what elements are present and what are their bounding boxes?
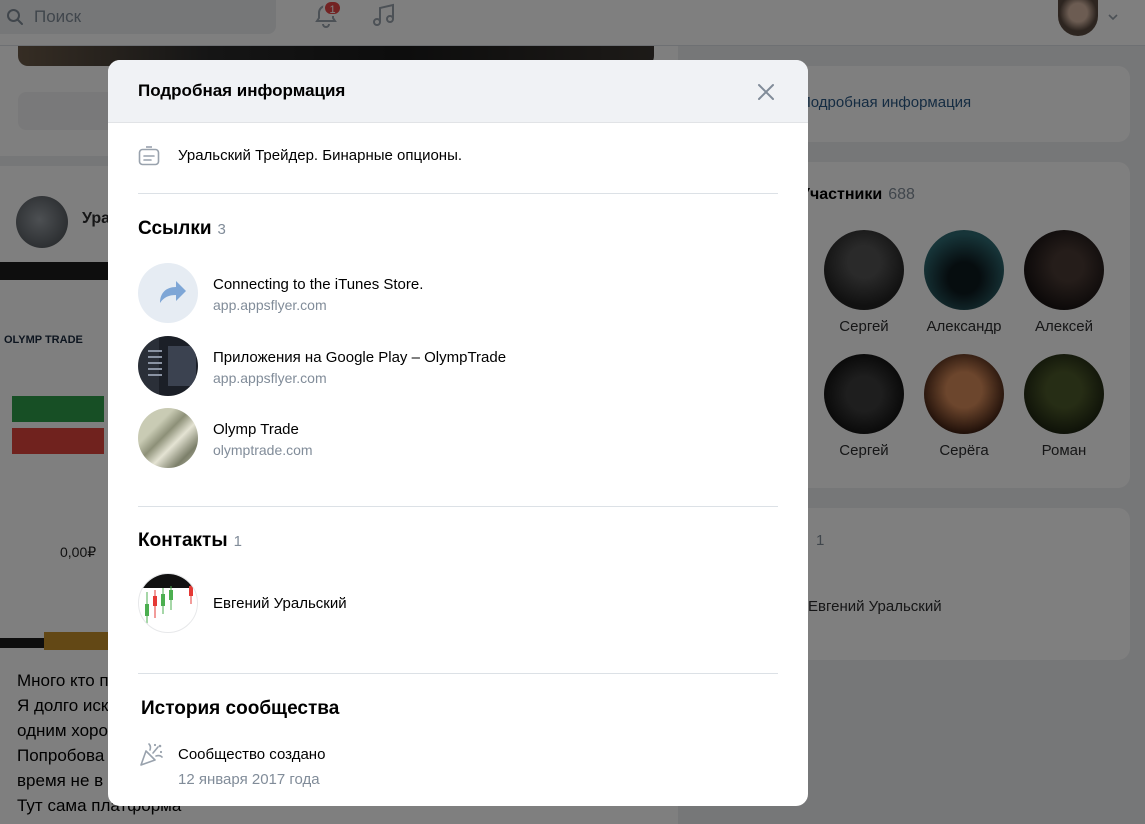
details-modal: Подробная информация Уральский Трейдер. … bbox=[108, 60, 808, 806]
link-title: Приложения на Google Play – OlympTrade bbox=[213, 349, 507, 366]
history-row: Сообщество создано 12 января 2017 года bbox=[138, 740, 778, 790]
share-arrow-icon bbox=[160, 281, 186, 303]
divider bbox=[138, 506, 778, 507]
contacts-section-title: Контакты 1 bbox=[138, 530, 242, 551]
link-thumbnail bbox=[138, 408, 198, 468]
created-date: 12 января 2017 года bbox=[178, 771, 320, 788]
link-title: Connecting to the iTunes Store. bbox=[213, 276, 424, 293]
link-item[interactable]: Приложения на Google Play – OlympTrade a… bbox=[138, 336, 778, 396]
candlestick-chart-icon bbox=[139, 574, 197, 624]
divider bbox=[138, 673, 778, 674]
contact-item[interactable]: Евгений Уральский bbox=[138, 573, 778, 633]
created-label: Сообщество создано bbox=[178, 746, 326, 763]
link-domain: app.appsflyer.com bbox=[213, 297, 327, 313]
description-icon bbox=[138, 146, 160, 166]
link-item[interactable]: Connecting to the iTunes Store. app.apps… bbox=[138, 263, 778, 323]
modal-title: Подробная информация bbox=[138, 81, 346, 100]
contact-avatar bbox=[138, 573, 198, 633]
close-icon[interactable] bbox=[754, 80, 778, 104]
contact-name: Евгений Уральский bbox=[213, 595, 347, 612]
link-thumbnail bbox=[138, 336, 198, 396]
link-title: Olymp Trade bbox=[213, 421, 299, 438]
description-row: Уральский Трейдер. Бинарные опционы. bbox=[138, 144, 778, 168]
community-description: Уральский Трейдер. Бинарные опционы. bbox=[178, 147, 463, 164]
divider bbox=[138, 193, 778, 194]
party-popper-icon bbox=[140, 743, 163, 766]
link-domain: app.appsflyer.com bbox=[213, 370, 327, 386]
modal-header: Подробная информация bbox=[108, 60, 808, 123]
link-domain: olymptrade.com bbox=[213, 442, 313, 458]
history-section-title: История сообщества bbox=[141, 698, 340, 719]
links-section-title: Ссылки 3 bbox=[138, 218, 226, 239]
link-item[interactable]: Olymp Trade olymptrade.com bbox=[138, 408, 778, 468]
contacts-count: 1 bbox=[233, 533, 242, 550]
link-thumbnail bbox=[138, 263, 198, 323]
links-count: 3 bbox=[217, 221, 226, 238]
app-preview-icon bbox=[148, 346, 196, 386]
